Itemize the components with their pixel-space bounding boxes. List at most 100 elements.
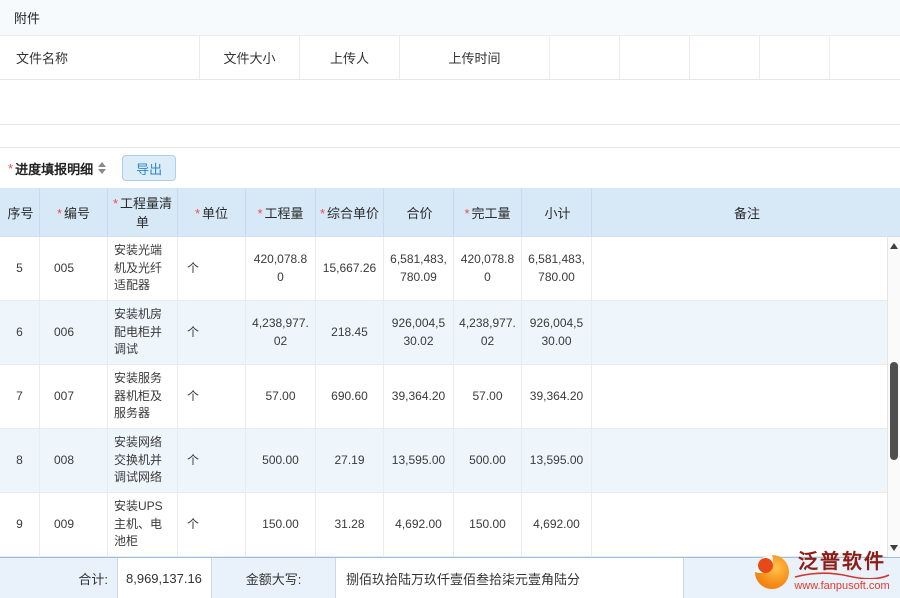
brand-wave-underline <box>794 572 890 579</box>
cell-seq: 7 <box>0 365 40 428</box>
cell-unit-price: 218.45 <box>316 301 384 364</box>
cell-item: 安装机房配电柜并调试 <box>108 301 178 364</box>
scroll-up-button[interactable] <box>888 239 900 253</box>
cell-unit: 个 <box>178 365 246 428</box>
col-label: 编号 <box>64 206 90 221</box>
cell-total-price: 39,364.20 <box>384 365 454 428</box>
cell-quantity: 150.00 <box>246 493 316 556</box>
sort-down-arrow-icon <box>98 169 106 174</box>
col-label: 工程量 <box>265 206 304 221</box>
total-label: 合计: <box>0 558 118 598</box>
cell-unit: 个 <box>178 237 246 300</box>
cell-subtotal: 39,364.20 <box>522 365 592 428</box>
col-label: 综合单价 <box>327 206 379 221</box>
col-header-quantity: *工程量 <box>246 188 316 236</box>
vendor-url: www.fanpusoft.com <box>794 580 889 592</box>
col-label: 小计 <box>544 206 570 221</box>
table-row[interactable]: 8 008 安装网络交换机并调试网络 个 500.00 27.19 13,595… <box>0 429 900 493</box>
required-mark: * <box>57 206 62 221</box>
col-label: 合价 <box>406 206 432 221</box>
cell-unit-price: 31.28 <box>316 493 384 556</box>
amount-words-value: 捌佰玖拾陆万玖仟壹佰叁拾柒元壹角陆分 <box>336 558 684 598</box>
attach-col-filename: 文件名称 <box>0 36 200 79</box>
cell-quantity: 57.00 <box>246 365 316 428</box>
col-label: 完工量 <box>472 206 511 221</box>
amount-words-label: 金额大写: <box>212 558 336 598</box>
col-header-code: *编号 <box>40 188 108 236</box>
cell-seq: 9 <box>0 493 40 556</box>
cell-quantity: 420,078.80 <box>246 237 316 300</box>
cell-completed: 420,078.80 <box>454 237 522 300</box>
vendor-brand-name: 泛普软件 <box>798 552 886 573</box>
scroll-up-arrow-icon <box>890 243 898 249</box>
fanpu-logo-icon <box>755 555 789 589</box>
cell-unit: 个 <box>178 301 246 364</box>
vendor-brand-block: 泛普软件 www.fanpusoft.com <box>794 552 890 592</box>
required-mark: * <box>464 206 469 221</box>
cell-seq: 5 <box>0 237 40 300</box>
attachments-table-header: 文件名称 文件大小 上传人 上传时间 <box>0 35 900 80</box>
required-mark: * <box>195 206 200 221</box>
cell-item: 安装光端机及光纤适配器 <box>108 237 178 300</box>
attach-col-empty <box>550 36 620 79</box>
cell-code: 009 <box>40 493 108 556</box>
cell-remark <box>592 493 900 556</box>
page: 附件 文件名称 文件大小 上传人 上传时间 * 进度填报明细 导出 序号 *编号… <box>0 0 900 598</box>
required-mark: * <box>113 196 118 211</box>
attachments-section-title: 附件 <box>0 0 900 35</box>
cell-unit-price: 27.19 <box>316 429 384 492</box>
cell-remark <box>592 301 900 364</box>
detail-section-title: 进度填报明细 <box>15 159 93 178</box>
cell-code: 005 <box>40 237 108 300</box>
attach-col-uploadtime: 上传时间 <box>400 36 550 79</box>
cell-unit-price: 690.60 <box>316 365 384 428</box>
detail-table: 序号 *编号 *工程量清单 *单位 *工程量 *综合单价 合价 *完工量 小计 … <box>0 188 900 557</box>
total-value: 8,969,137.16 <box>118 558 212 598</box>
table-row[interactable]: 5 005 安装光端机及光纤适配器 个 420,078.80 15,667.26… <box>0 237 900 301</box>
cell-total-price: 926,004,530.02 <box>384 301 454 364</box>
attach-col-empty <box>830 36 900 79</box>
cell-subtotal: 926,004,530.00 <box>522 301 592 364</box>
table-row[interactable]: 6 006 安装机房配电柜并调试 个 4,238,977.02 218.45 9… <box>0 301 900 365</box>
attach-col-empty <box>760 36 830 79</box>
required-mark: * <box>8 161 13 176</box>
cell-total-price: 13,595.00 <box>384 429 454 492</box>
cell-quantity: 500.00 <box>246 429 316 492</box>
cell-code: 007 <box>40 365 108 428</box>
detail-section-toolbar: * 进度填报明细 导出 <box>0 147 900 188</box>
table-row[interactable]: 9 009 安装UPS主机、电池柜 个 150.00 31.28 4,692.0… <box>0 493 900 557</box>
attachments-title-label: 附件 <box>14 8 40 27</box>
col-header-seq: 序号 <box>0 188 40 236</box>
attach-col-uploader: 上传人 <box>300 36 400 79</box>
col-label: 备注 <box>734 206 760 221</box>
vertical-scrollbar[interactable] <box>887 237 900 557</box>
table-row[interactable]: 7 007 安装服务器机柜及服务器 个 57.00 690.60 39,364.… <box>0 365 900 429</box>
scroll-down-arrow-icon <box>890 545 898 551</box>
cell-remark <box>592 429 900 492</box>
cell-remark <box>592 365 900 428</box>
col-header-boq: *工程量清单 <box>108 188 178 236</box>
export-button[interactable]: 导出 <box>122 155 176 181</box>
cell-total-price: 4,692.00 <box>384 493 454 556</box>
cell-completed: 57.00 <box>454 365 522 428</box>
cell-seq: 6 <box>0 301 40 364</box>
sort-spinner-icon[interactable] <box>98 162 106 174</box>
cell-subtotal: 13,595.00 <box>522 429 592 492</box>
attach-col-filesize: 文件大小 <box>200 36 300 79</box>
cell-code: 008 <box>40 429 108 492</box>
cell-completed: 4,238,977.02 <box>454 301 522 364</box>
col-header-remark: 备注 <box>592 188 900 236</box>
required-mark: * <box>257 206 262 221</box>
col-label: 单位 <box>202 206 228 221</box>
cell-item: 安装服务器机柜及服务器 <box>108 365 178 428</box>
col-header-subtotal: 小计 <box>522 188 592 236</box>
cell-unit-price: 15,667.26 <box>316 237 384 300</box>
cell-subtotal: 6,581,483,780.00 <box>522 237 592 300</box>
scrollbar-thumb[interactable] <box>890 362 898 460</box>
sort-up-arrow-icon <box>98 162 106 167</box>
vendor-watermark: 泛普软件 www.fanpusoft.com <box>755 552 890 592</box>
col-header-unit-price: *综合单价 <box>316 188 384 236</box>
cell-item: 安装网络交换机并调试网络 <box>108 429 178 492</box>
detail-table-header-row: 序号 *编号 *工程量清单 *单位 *工程量 *综合单价 合价 *完工量 小计 … <box>0 188 900 237</box>
cell-remark <box>592 237 900 300</box>
